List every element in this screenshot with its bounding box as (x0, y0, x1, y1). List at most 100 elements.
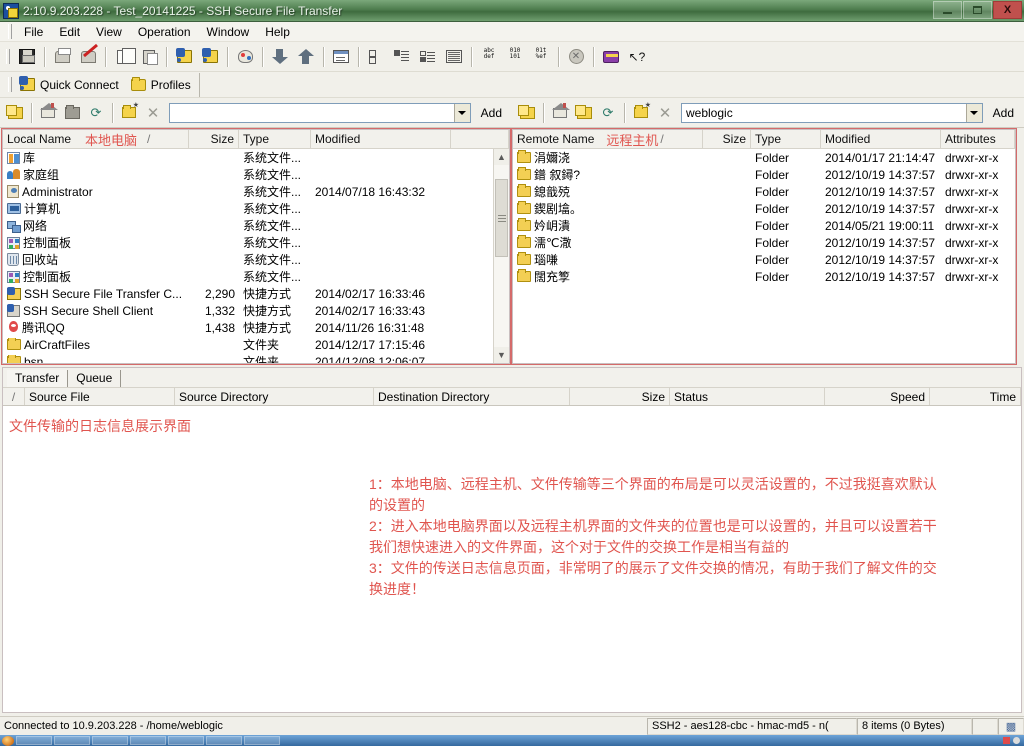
auto-mode-button[interactable]: 01t %ef (529, 45, 553, 68)
file-name-cell[interactable]: 腾讯QQ (3, 319, 189, 336)
file-name-cell[interactable]: SSH Secure File Transfer C... (3, 286, 189, 301)
remote-col-attributes[interactable]: Attributes (941, 130, 1015, 148)
ascii-mode-button[interactable]: abc def (477, 45, 501, 68)
transfer-col-source-file[interactable]: Source File (25, 388, 175, 405)
menu-view[interactable]: View (88, 23, 130, 41)
local-col-size[interactable]: Size (189, 130, 239, 148)
local-file-list[interactable]: 库系统文件... 家庭组 系统文件... Administrator 系统文件... 20… (3, 149, 509, 363)
file-name-cell[interactable]: 鎴戠殑 (513, 183, 703, 200)
transfer-col-status[interactable]: Status (670, 388, 825, 405)
taskbar-item[interactable] (244, 736, 280, 745)
table-row[interactable]: 控制面板 系统文件... (3, 234, 509, 251)
transfer-col-size[interactable]: Size (570, 388, 670, 405)
file-name-cell[interactable]: 计算机 (3, 200, 189, 217)
settings-button[interactable] (233, 45, 257, 68)
help-book-button[interactable] (599, 45, 623, 68)
transfer-col-speed[interactable]: Speed (825, 388, 930, 405)
quickbar-drag-handle[interactable] (8, 77, 12, 92)
file-name-cell[interactable]: 瑙嗛 (513, 251, 703, 268)
remote-delete-button[interactable]: ✕ (654, 102, 676, 124)
taskbar-item[interactable] (92, 736, 128, 745)
local-scroll-down-button[interactable]: ▼ (494, 347, 509, 363)
binary-mode-button[interactable]: 010 101 (503, 45, 527, 68)
file-name-cell[interactable]: 控制面板 (3, 234, 189, 251)
tray-icon[interactable] (1013, 737, 1020, 744)
remote-col-modified[interactable]: Modified (821, 130, 941, 148)
transfer-col-time[interactable]: Time (930, 388, 1021, 405)
remote-up-one-level-button[interactable] (516, 102, 538, 124)
local-col-blank[interactable] (451, 130, 509, 148)
table-row[interactable]: 濡℃潵 Folder 2012/10/19 14:37:57 drwxr-xr-x (513, 234, 1015, 251)
local-go-to-folder-button[interactable] (61, 102, 83, 124)
remote-file-list[interactable]: 涓嬭浇 Folder 2014/01/17 21:14:47 drwxr-xr-x 鐠 … (513, 149, 1015, 363)
local-path-input[interactable] (170, 103, 454, 122)
taskbar-item[interactable] (54, 736, 90, 745)
transfer-log-area[interactable]: 文件传输的日志信息展示界面 1：本地电脑、远程主机、文件传输等三个界面的布局是可… (3, 406, 1021, 712)
menu-window[interactable]: Window (199, 23, 258, 41)
local-col-modified[interactable]: Modified (311, 130, 451, 148)
quick-connect-button[interactable]: Quick Connect (16, 76, 127, 94)
local-home-button[interactable] (37, 102, 59, 124)
table-row[interactable]: Administrator 系统文件... 2014/07/18 16:43:32 (3, 183, 509, 200)
table-row[interactable]: 鍥剧墖。 Folder 2012/10/19 14:37:57 drwxr-xr-x (513, 200, 1015, 217)
file-name-cell[interactable]: 家庭组 (3, 166, 189, 183)
file-name-cell[interactable]: 鍥剧墖。 (513, 200, 703, 217)
tray-icon[interactable] (1003, 737, 1010, 744)
file-name-cell[interactable]: 闊充箰 (513, 268, 703, 285)
start-button-icon[interactable] (2, 735, 14, 746)
context-help-button[interactable]: ↖? (625, 45, 649, 68)
file-name-cell[interactable]: 控制面板 (3, 268, 189, 285)
paste-button[interactable] (137, 45, 161, 68)
local-new-folder-button[interactable] (118, 101, 140, 124)
menu-operation[interactable]: Operation (130, 23, 199, 41)
local-scroll-up-button[interactable]: ▲ (494, 149, 509, 165)
local-scroll-track[interactable] (494, 165, 509, 347)
remote-path-dropdown-button[interactable] (965, 103, 982, 122)
table-row[interactable]: SSH Secure File Transfer C... 2,290 快捷方式 20… (3, 285, 509, 302)
download-button[interactable] (268, 45, 292, 68)
menu-drag-handle[interactable] (8, 24, 12, 39)
file-name-cell[interactable]: AirCraftFiles (3, 337, 189, 352)
remote-col-type[interactable]: Type (751, 130, 821, 148)
toolbar-drag-handle[interactable] (6, 49, 10, 64)
file-name-cell[interactable]: Administrator (3, 185, 189, 199)
file-name-cell[interactable]: 涓嬭浇 (513, 149, 703, 166)
table-row[interactable]: 库 系统文件... (3, 149, 509, 166)
local-path-combo[interactable] (169, 102, 471, 123)
transfer-col-dest-dir[interactable]: Destination Directory (374, 388, 570, 405)
table-row[interactable]: 闊充箰 Folder 2012/10/19 14:37:57 drwxr-xr-x (513, 268, 1015, 285)
file-name-cell[interactable]: 网络 (3, 217, 189, 234)
table-row[interactable]: bsn 文件夹 2014/12/08 12:06:07 (3, 353, 509, 363)
local-col-type[interactable]: Type (239, 130, 311, 148)
table-row[interactable]: 腾讯QQ 1,438 快捷方式 2014/11/26 16:31:48 (3, 319, 509, 336)
file-name-cell[interactable]: 回收站 (3, 251, 189, 268)
tab-transfer[interactable]: Transfer (7, 370, 69, 387)
local-add-button[interactable]: Add (471, 106, 512, 120)
new-terminal-button[interactable] (172, 45, 196, 68)
maximize-button[interactable] (963, 0, 992, 19)
transfer-col-source-dir[interactable]: Source Directory (175, 388, 374, 405)
file-name-cell[interactable]: 濡℃潵 (513, 234, 703, 251)
local-path-dropdown-button[interactable] (453, 103, 470, 122)
stop-button[interactable]: ✕ (564, 45, 588, 68)
remote-add-button[interactable]: Add (983, 106, 1024, 120)
file-name-cell[interactable]: 鐠 叙鐞? (513, 166, 703, 183)
table-row[interactable]: 计算机 系统文件... (3, 200, 509, 217)
close-button[interactable]: X (993, 0, 1022, 19)
transfer-col-sort[interactable]: / (3, 388, 25, 405)
local-col-name[interactable]: Local Name 本地电脑 / (3, 130, 189, 148)
view-small-icons-button[interactable] (390, 45, 414, 68)
copy-button[interactable] (111, 45, 136, 68)
local-delete-button[interactable]: ✕ (142, 102, 164, 124)
view-list-button[interactable] (416, 45, 440, 68)
view-details-button[interactable] (442, 45, 466, 68)
table-row[interactable]: 瑙嗛 Folder 2012/10/19 14:37:57 drwxr-xr-x (513, 251, 1015, 268)
remote-new-folder-button[interactable] (630, 101, 652, 124)
local-vertical-scrollbar[interactable]: ▲ ▼ (493, 149, 509, 363)
table-row[interactable]: 网络 系统文件... (3, 217, 509, 234)
remote-home-button[interactable] (549, 102, 571, 124)
view-large-icons-button[interactable] (364, 45, 388, 68)
remote-refresh-button[interactable]: ⟳ (597, 102, 619, 124)
taskbar-item[interactable] (206, 736, 242, 745)
table-row[interactable]: 涓嬭浇 Folder 2014/01/17 21:14:47 drwxr-xr-x (513, 149, 1015, 166)
